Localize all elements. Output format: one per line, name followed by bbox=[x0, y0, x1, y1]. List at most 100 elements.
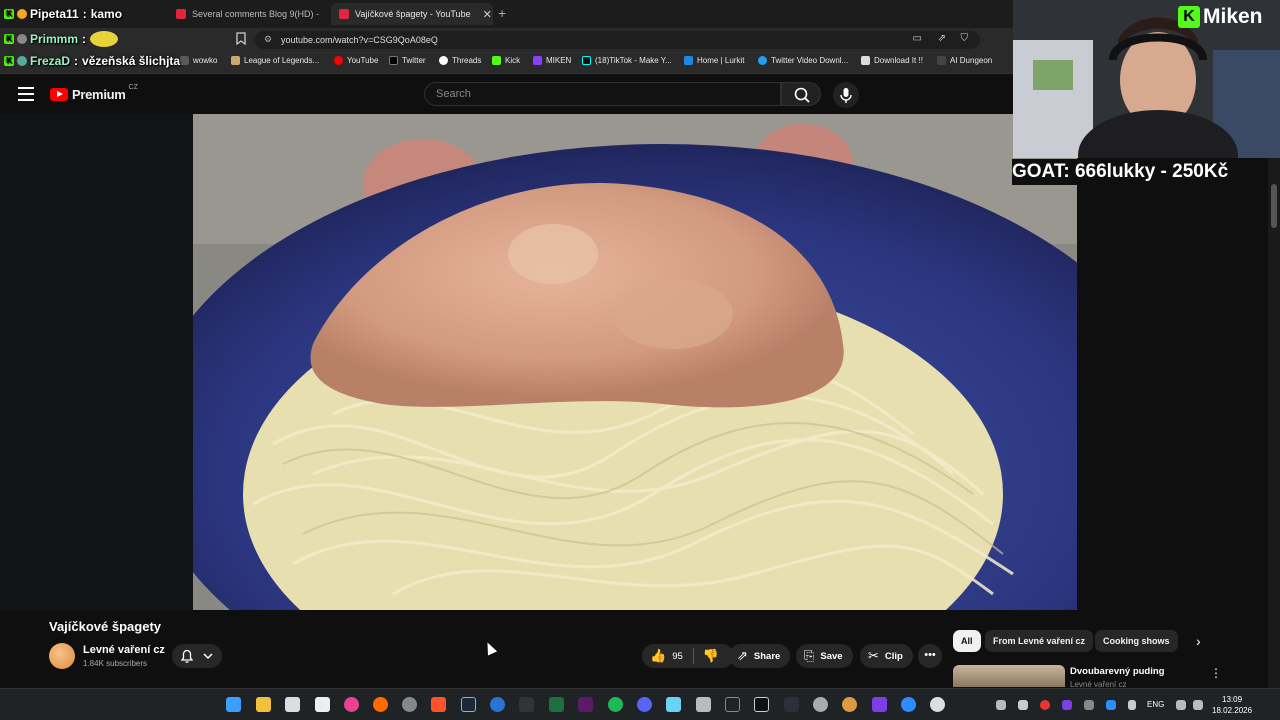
bookmark-wowko[interactable]: wowko bbox=[180, 56, 217, 65]
scrollbar-thumb[interactable] bbox=[1271, 184, 1277, 228]
tray-icon[interactable] bbox=[1106, 700, 1116, 710]
brave-browser-icon[interactable] bbox=[431, 697, 446, 712]
site-settings-icon[interactable]: ⚙ bbox=[264, 34, 272, 45]
volume-icon[interactable] bbox=[1193, 700, 1203, 710]
tray-icon[interactable] bbox=[1018, 700, 1028, 710]
save-button[interactable]: ⎘ Save bbox=[796, 644, 853, 668]
windows-start-icon[interactable] bbox=[226, 697, 241, 712]
chip-all[interactable]: All bbox=[953, 630, 981, 652]
lurkit-icon bbox=[684, 56, 693, 65]
video-player[interactable] bbox=[0, 114, 1077, 610]
bookmark-threads[interactable]: Threads bbox=[439, 56, 481, 65]
spotify-icon[interactable] bbox=[608, 697, 623, 712]
channel-name[interactable]: Levné vaření cz bbox=[83, 644, 165, 656]
microphone-button[interactable] bbox=[833, 82, 859, 108]
youtube-play-icon bbox=[50, 88, 68, 101]
microphone-icon bbox=[840, 88, 852, 103]
chevron-right-icon[interactable]: › bbox=[1196, 633, 1201, 649]
kick-icon bbox=[492, 56, 501, 65]
app-icon[interactable] bbox=[842, 697, 857, 712]
shield-icon[interactable]: ⛉ bbox=[961, 33, 969, 44]
tab-title: Vajíčkové špagety - YouTube bbox=[355, 9, 471, 19]
app-icon[interactable] bbox=[666, 697, 681, 712]
system-clock[interactable]: 13:09 18.02.2026 bbox=[1212, 694, 1252, 716]
microphone-icon[interactable] bbox=[1128, 700, 1136, 710]
epic-games-icon[interactable] bbox=[519, 697, 534, 712]
tray-icon[interactable] bbox=[1040, 700, 1050, 710]
chevron-up-icon[interactable] bbox=[996, 700, 1006, 710]
search-button[interactable] bbox=[781, 82, 821, 106]
app-icon[interactable] bbox=[754, 697, 769, 712]
windows-taskbar bbox=[0, 688, 1280, 720]
page-scrollbar[interactable] bbox=[1268, 158, 1280, 688]
spaghetti-plate-image bbox=[193, 114, 1077, 610]
bookmark-tiktok[interactable]: (18)TikTok - Make Y... bbox=[582, 56, 672, 65]
recommended-thumbnail[interactable] bbox=[953, 665, 1065, 687]
channel-avatar[interactable] bbox=[49, 643, 75, 669]
kick-badge-icon: K bbox=[4, 34, 14, 44]
file-explorer-icon[interactable] bbox=[256, 697, 271, 712]
chat-text: kamo bbox=[90, 7, 123, 21]
app-icon[interactable] bbox=[725, 697, 740, 712]
chip-from-channel[interactable]: From Levné vaření cz bbox=[985, 630, 1094, 652]
search-input[interactable]: Search bbox=[424, 82, 781, 106]
more-vert-icon[interactable]: ⋮ bbox=[1210, 666, 1222, 680]
recommended-title[interactable]: Dvoubarevný puding bbox=[1070, 666, 1164, 677]
more-actions-button[interactable]: ••• bbox=[918, 644, 942, 668]
notepad-icon[interactable] bbox=[315, 697, 330, 712]
app-icon[interactable] bbox=[285, 697, 300, 712]
chip-cooking-shows[interactable]: Cooking shows bbox=[1095, 630, 1178, 652]
scissors-icon: ✂ bbox=[868, 648, 879, 663]
calculator-icon[interactable] bbox=[696, 697, 711, 712]
tray-icon[interactable] bbox=[1084, 700, 1094, 710]
bookmark-twitter[interactable]: Twitter bbox=[389, 56, 426, 65]
youtube-logo[interactable]: Premium CZ bbox=[50, 84, 138, 102]
bookmark-kick[interactable]: Kick bbox=[492, 56, 520, 65]
app-icon[interactable] bbox=[784, 697, 799, 712]
network-icon[interactable] bbox=[1176, 700, 1186, 710]
app-icon[interactable] bbox=[901, 697, 916, 712]
bookmark-miken[interactable]: MIKEN bbox=[533, 56, 571, 65]
tray-icon[interactable] bbox=[1062, 700, 1072, 710]
steam-icon[interactable] bbox=[461, 697, 476, 712]
share-page-icon[interactable]: ⇗ bbox=[938, 33, 946, 44]
thumbs-up-icon[interactable]: 👍 bbox=[650, 648, 666, 664]
video-frame[interactable] bbox=[193, 114, 1077, 610]
share-button[interactable]: ⇗ Share bbox=[729, 644, 791, 668]
youtube-favicon-icon bbox=[339, 9, 349, 19]
spreadsheet-icon[interactable] bbox=[549, 697, 564, 712]
app-icon[interactable] bbox=[813, 697, 828, 712]
tab-several-comments[interactable]: Several comments Blog 9(HD) - YouT bbox=[168, 3, 328, 25]
bookmark-download-it[interactable]: Download It !! bbox=[861, 56, 923, 65]
right-panel bbox=[1077, 185, 1280, 610]
close-tab-icon[interactable]: ✕ bbox=[483, 8, 492, 21]
discord-icon[interactable] bbox=[637, 697, 652, 712]
bookmark-youtube[interactable]: YouTube bbox=[334, 56, 378, 65]
bookmark-league[interactable]: League of Legends... bbox=[231, 56, 319, 65]
bookmark-icon[interactable] bbox=[236, 32, 248, 46]
settings-gear-icon[interactable] bbox=[402, 697, 417, 712]
new-tab-button[interactable]: + bbox=[498, 5, 506, 21]
app-icon[interactable] bbox=[872, 697, 887, 712]
menu-icon[interactable] bbox=[18, 87, 34, 101]
thumbs-down-icon[interactable]: 👎 bbox=[703, 648, 719, 664]
bookmark-lurkit[interactable]: Home | Lurkit bbox=[684, 56, 744, 65]
notification-bell-button[interactable] bbox=[172, 644, 222, 668]
bookmark-ai-dungeon[interactable]: AI Dungeon bbox=[937, 56, 992, 65]
mouse-cursor-icon bbox=[482, 640, 498, 656]
tab-vajickove-spagety[interactable]: Vajíčkové špagety - YouTube ✕ bbox=[331, 3, 493, 25]
search-icon bbox=[794, 87, 810, 103]
origin-icon[interactable] bbox=[373, 697, 388, 712]
clip-button[interactable]: ✂ Clip bbox=[860, 644, 913, 668]
like-count[interactable]: 95 bbox=[672, 651, 683, 662]
app-icon[interactable] bbox=[578, 697, 593, 712]
url-field[interactable]: ⚙ youtube.com/watch?v=CSG9QoA08eQ ▭ ⇗ ⛉ bbox=[255, 31, 980, 49]
badge-icon bbox=[17, 56, 27, 66]
kick-logo-icon: K bbox=[1178, 6, 1200, 28]
install-app-icon[interactable]: ▭ bbox=[913, 33, 922, 44]
language-indicator[interactable]: ENG bbox=[1147, 700, 1164, 709]
bookmark-twitter-video[interactable]: Twitter Video Downl... bbox=[758, 56, 848, 65]
battlenet-icon[interactable] bbox=[490, 697, 505, 712]
obs-icon[interactable] bbox=[930, 697, 945, 712]
osu-icon[interactable] bbox=[344, 697, 359, 712]
